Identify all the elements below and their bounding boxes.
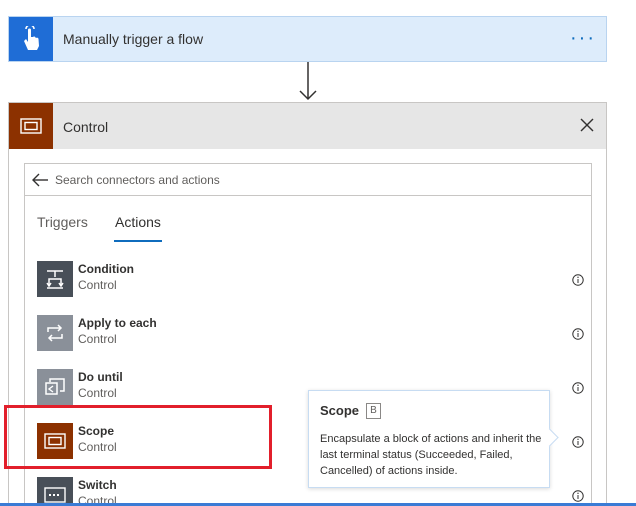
arrow-down-icon xyxy=(299,62,317,101)
do-until-icon xyxy=(37,369,73,405)
action-name: Condition xyxy=(78,262,134,276)
more-options-button[interactable]: ··· xyxy=(570,27,596,50)
back-arrow-icon[interactable] xyxy=(31,172,49,188)
info-icon[interactable] xyxy=(572,274,584,286)
touch-hand-icon xyxy=(9,17,53,61)
search-input[interactable] xyxy=(55,170,575,190)
tooltip-title: Scope xyxy=(320,403,360,418)
tab-actions[interactable]: Actions xyxy=(114,214,162,242)
action-connector: Control xyxy=(78,278,117,292)
action-connector: Control xyxy=(78,332,117,346)
tab-triggers[interactable]: Triggers xyxy=(37,214,88,230)
shortcut-key-badge: B xyxy=(366,403,381,419)
trigger-title: Manually trigger a flow xyxy=(63,31,204,47)
search-bar xyxy=(25,164,591,196)
trigger-card[interactable]: Manually trigger a flow ··· xyxy=(8,16,607,62)
switch-icon xyxy=(37,477,73,506)
highlight-box xyxy=(4,405,272,469)
action-name: Do until xyxy=(78,370,123,384)
close-icon[interactable] xyxy=(578,116,596,134)
action-item-apply-to-each[interactable]: Apply to each Control xyxy=(37,313,584,353)
loop-icon xyxy=(37,315,73,351)
scope-icon xyxy=(9,103,53,149)
info-icon[interactable] xyxy=(572,490,584,502)
action-name: Apply to each xyxy=(78,316,157,330)
scope-tooltip: Scope B Encapsulate a block of actions a… xyxy=(308,390,550,488)
action-connector: Control xyxy=(78,386,117,400)
control-header[interactable]: Control xyxy=(9,103,606,149)
action-item-condition[interactable]: Condition Control xyxy=(37,259,584,299)
condition-icon xyxy=(37,261,73,297)
control-title: Control xyxy=(63,119,109,135)
info-icon[interactable] xyxy=(572,382,584,394)
info-icon[interactable] xyxy=(572,436,584,448)
action-name: Switch xyxy=(78,478,117,492)
tooltip-description: Encapsulate a block of actions and inher… xyxy=(320,433,542,477)
info-icon[interactable] xyxy=(572,328,584,340)
